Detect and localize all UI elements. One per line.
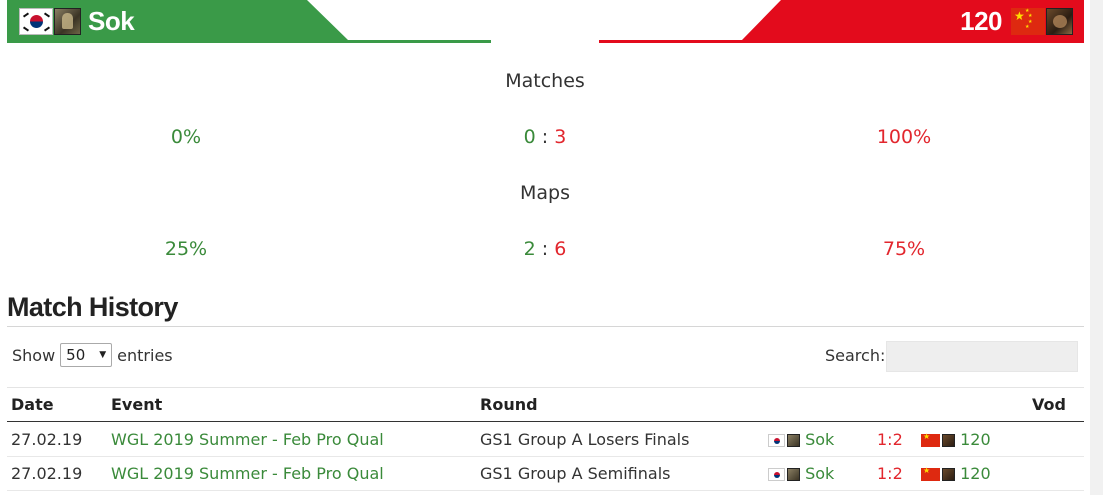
row-player2-name: 120 xyxy=(960,430,991,449)
matches-score: 0 : 3 xyxy=(445,126,645,148)
human-race-icon xyxy=(54,7,81,35)
row-player1[interactable]: Sok xyxy=(768,464,834,483)
row-player2[interactable]: 120 xyxy=(921,464,991,483)
maps-label: Maps xyxy=(520,182,570,204)
maps-separator: : xyxy=(541,238,549,260)
china-flag-icon xyxy=(921,466,940,481)
maps-left-score: 2 xyxy=(523,238,536,260)
row-event-link[interactable]: WGL 2019 Summer - Feb Pro Qual xyxy=(111,430,384,449)
matches-right-score: 3 xyxy=(554,126,567,148)
show-label: Show xyxy=(12,345,56,365)
right-player[interactable]: 120 ★ ★ ★ ★ ★ xyxy=(960,4,1073,38)
row-date: 27.02.19 xyxy=(11,430,83,449)
dropdown-arrow-icon: ▼ xyxy=(99,350,107,360)
south-korea-flag-icon xyxy=(768,468,785,481)
human-race-icon xyxy=(787,434,800,447)
maps-right-score: 6 xyxy=(554,238,567,260)
row-round: GS1 Group A Losers Finals xyxy=(480,430,690,449)
column-header-vod[interactable]: Vod xyxy=(1032,395,1066,414)
orc-race-icon xyxy=(1046,7,1073,35)
matches-separator: : xyxy=(541,126,549,148)
matches-left-pct: 0% xyxy=(170,126,202,148)
row-player1[interactable]: Sok xyxy=(768,430,834,449)
left-player[interactable]: Sok xyxy=(19,4,135,38)
row-divider xyxy=(7,490,1084,491)
column-header-date[interactable]: Date xyxy=(11,395,54,414)
matches-label: Matches xyxy=(505,70,585,92)
human-race-icon xyxy=(787,468,800,481)
row-event-link[interactable]: WGL 2019 Summer - Feb Pro Qual xyxy=(111,464,384,483)
south-korea-flag-icon xyxy=(19,7,53,35)
entries-label: entries xyxy=(117,345,173,365)
maps-left-pct: 25% xyxy=(164,238,208,260)
matches-right-pct: 100% xyxy=(876,126,932,148)
orc-race-icon xyxy=(942,434,955,447)
search-input[interactable] xyxy=(886,341,1078,372)
maps-score: 2 : 6 xyxy=(445,238,645,260)
row-score[interactable]: 1:2 xyxy=(877,464,903,483)
search-label: Search: xyxy=(825,346,886,365)
match-history-title: Match History xyxy=(7,292,178,322)
maps-right-pct: 75% xyxy=(882,238,926,260)
right-player-name[interactable]: 120 xyxy=(960,6,1002,37)
row-score[interactable]: 1:2 xyxy=(877,430,903,449)
table-top-border xyxy=(7,387,1084,388)
china-flag-icon xyxy=(921,432,940,447)
row-player1-name: Sok xyxy=(805,430,835,449)
row-date: 27.02.19 xyxy=(11,464,83,483)
table-header-border xyxy=(7,421,1084,422)
row-player1-name: Sok xyxy=(805,464,835,483)
title-divider xyxy=(7,326,1084,327)
matches-left-score: 0 xyxy=(523,126,536,148)
china-flag-icon: ★ ★ ★ ★ ★ xyxy=(1011,7,1045,35)
column-header-round[interactable]: Round xyxy=(480,395,538,414)
page-scrollbar[interactable] xyxy=(1090,0,1103,495)
left-player-name[interactable]: Sok xyxy=(88,6,135,37)
row-round: GS1 Group A Semifinals xyxy=(480,464,671,483)
row-player2-name: 120 xyxy=(960,464,991,483)
entries-select[interactable]: 50 ▼ xyxy=(60,343,113,367)
orc-race-icon xyxy=(942,468,955,481)
head-to-head-banner: Sok 120 ★ ★ ★ ★ ★ xyxy=(7,0,1084,43)
row-player2[interactable]: 120 xyxy=(921,430,991,449)
entries-length-control: Show 50 ▼ entries xyxy=(12,343,173,367)
column-header-event[interactable]: Event xyxy=(111,395,162,414)
entries-select-value: 50 xyxy=(66,346,86,364)
row-divider xyxy=(7,456,1084,457)
banner-background xyxy=(7,0,1084,43)
south-korea-flag-icon xyxy=(768,434,785,447)
